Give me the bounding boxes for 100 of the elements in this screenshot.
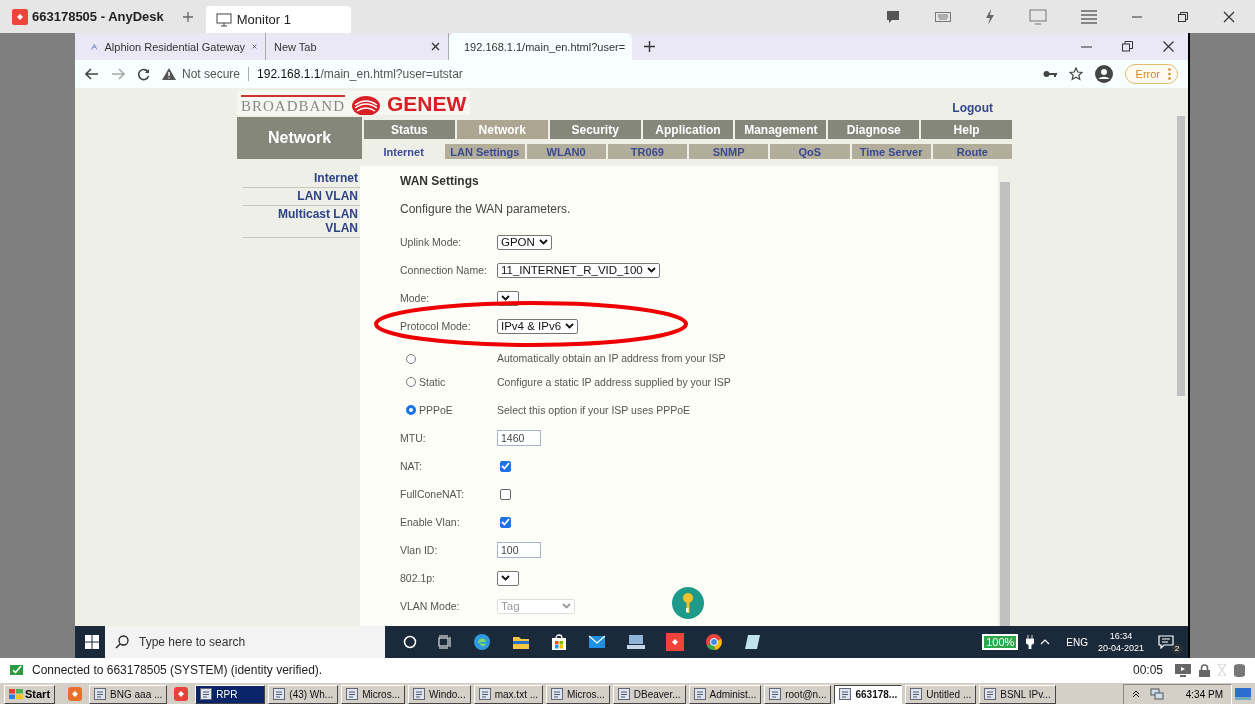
app-icon	[94, 688, 107, 700]
back-icon[interactable]	[85, 68, 99, 80]
nav-tab[interactable]: Status	[364, 120, 455, 139]
network-icon[interactable]	[1149, 687, 1164, 701]
windows-start-icon[interactable]	[85, 635, 99, 649]
close-icon[interactable]	[1223, 10, 1235, 23]
database-icon[interactable]	[1234, 663, 1245, 677]
dropdown[interactable]: GPON	[497, 234, 552, 250]
browser-tab[interactable]: 192.168.1.1/main_en.html?user=	[449, 33, 632, 60]
clock[interactable]: 4:34 PM	[1185, 688, 1223, 700]
session-title[interactable]: 663178505 - AnyDesk	[32, 9, 164, 24]
taskbar-button[interactable]: max.txt ...	[473, 684, 544, 704]
monitor-tab[interactable]: Monitor 1	[205, 6, 351, 33]
clock[interactable]: 16:34 20-04-2021	[1097, 630, 1144, 654]
language-indicator[interactable]: ENG	[1066, 636, 1088, 648]
checkbox[interactable]	[500, 516, 511, 528]
field-label: Protocol Mode:	[400, 320, 471, 332]
checkbox[interactable]	[500, 460, 511, 472]
taskbar-button[interactable]: Windo...	[408, 684, 471, 704]
restore-icon[interactable]	[1177, 10, 1189, 23]
chat-icon[interactable]	[885, 8, 901, 25]
star-icon[interactable]	[1068, 67, 1083, 81]
nav-tab[interactable]: Help	[921, 120, 1012, 139]
connection-status: Connected to 663178505 (SYSTEM) (identity verified).	[32, 663, 323, 677]
sub-tab[interactable]: QoS	[770, 144, 850, 159]
url-field[interactable]: 192.168.1.1/main_en.html?user=utstar	[257, 67, 463, 81]
app-icon[interactable]	[174, 687, 189, 701]
taskbar-button[interactable]: (43) Wh...	[268, 684, 339, 704]
taskbar-button[interactable]: BNG aaa ...	[89, 684, 168, 704]
field-label: Connection Name:	[400, 264, 487, 276]
radio-button[interactable]	[406, 377, 416, 387]
dropdown[interactable]: 11_INTERNET_R_VID_100	[497, 262, 660, 278]
sub-tab[interactable]: WLAN0	[526, 144, 606, 159]
task-view-icon[interactable]	[438, 635, 452, 649]
key-icon[interactable]	[1042, 70, 1057, 78]
nav-tab[interactable]: Application	[642, 120, 734, 139]
restore-icon[interactable]	[1122, 41, 1133, 52]
network-computer-icon[interactable]	[627, 634, 645, 650]
sub-tab[interactable]: Time Server	[851, 144, 931, 159]
search-field[interactable]: Type here to search	[105, 626, 385, 658]
more-icon[interactable]	[1168, 68, 1171, 80]
logout-link[interactable]: Logout	[952, 101, 993, 115]
dropdown[interactable]	[497, 570, 519, 586]
chevron-down-icon	[501, 295, 510, 301]
nav-tab[interactable]: Diagnose	[828, 120, 920, 139]
field-label: Mode:	[400, 292, 430, 304]
sub-tab[interactable]: LAN Settings	[445, 144, 525, 159]
app-icon[interactable]	[68, 687, 83, 701]
taskbar-button[interactable]: DBeaver...	[612, 684, 686, 704]
screen-icon[interactable]	[1175, 663, 1191, 677]
app-icon	[346, 688, 359, 700]
radio-button[interactable]	[406, 354, 416, 364]
checkbox[interactable]	[500, 488, 511, 500]
radio-button[interactable]	[406, 405, 416, 415]
field-label: FullConeNAT:	[400, 488, 464, 500]
taskbar-button[interactable]: RPR	[195, 684, 266, 704]
taskbar-button[interactable]: Micros...	[546, 684, 610, 704]
menu-icon[interactable]	[1081, 9, 1097, 24]
circle-icon[interactable]	[403, 635, 417, 649]
close-icon[interactable]	[431, 42, 440, 51]
profile-icon[interactable]	[1094, 65, 1113, 83]
keyboard-icon[interactable]	[935, 11, 951, 22]
app-icon	[769, 688, 782, 700]
sub-tab[interactable]: TR069	[607, 144, 687, 159]
chevron-down-icon	[562, 603, 571, 609]
browser-icon[interactable]	[473, 633, 491, 651]
field-label: 802.1p:	[400, 572, 436, 584]
lock-icon[interactable]	[1199, 663, 1210, 677]
input-field[interactable]: 1460	[497, 430, 541, 446]
security-label[interactable]: Not secure	[182, 67, 241, 81]
mail-icon[interactable]	[588, 635, 606, 649]
shopping-bag-icon[interactable]	[551, 633, 567, 651]
nav-tab[interactable]: Security	[549, 120, 641, 139]
sub-tab[interactable]: Route	[932, 144, 1012, 159]
sub-tab[interactable]: SNMP	[689, 144, 769, 159]
folder-icon[interactable]	[512, 634, 530, 650]
close-icon[interactable]	[1163, 41, 1174, 52]
reload-icon[interactable]	[137, 67, 150, 81]
taskbar-button[interactable]: root@n...	[764, 684, 832, 704]
chrome-browser-icon[interactable]	[705, 633, 723, 651]
taskbar-button[interactable]: Untitled ...	[905, 684, 977, 704]
lightning-icon[interactable]	[985, 8, 995, 25]
start-button[interactable]: Start	[4, 684, 56, 704]
taskbar-button[interactable]: Administ...	[688, 684, 762, 704]
taskbar-button[interactable]: 663178...	[834, 684, 903, 704]
dropdown[interactable]: IPv4 & IPv6	[497, 318, 579, 334]
notepad-icon[interactable]	[744, 634, 762, 650]
plug-icon[interactable]	[1026, 635, 1035, 649]
anydesk-icon[interactable]	[666, 633, 684, 651]
chevron-up-icon[interactable]	[1131, 690, 1140, 698]
taskbar-button[interactable]: Micros...	[341, 684, 405, 704]
scrollbar[interactable]	[998, 166, 1012, 626]
taskbar-button[interactable]: BSNL IPv...	[979, 684, 1056, 704]
new-tab-icon[interactable]	[644, 41, 655, 52]
session-timer: 00:05	[1132, 663, 1163, 677]
nav-tab[interactable]: Management	[735, 120, 827, 139]
chevron-down-icon	[646, 267, 656, 273]
field-label: MTU:	[400, 432, 426, 444]
input-field[interactable]: 100	[497, 542, 541, 558]
warning-icon	[162, 68, 176, 80]
